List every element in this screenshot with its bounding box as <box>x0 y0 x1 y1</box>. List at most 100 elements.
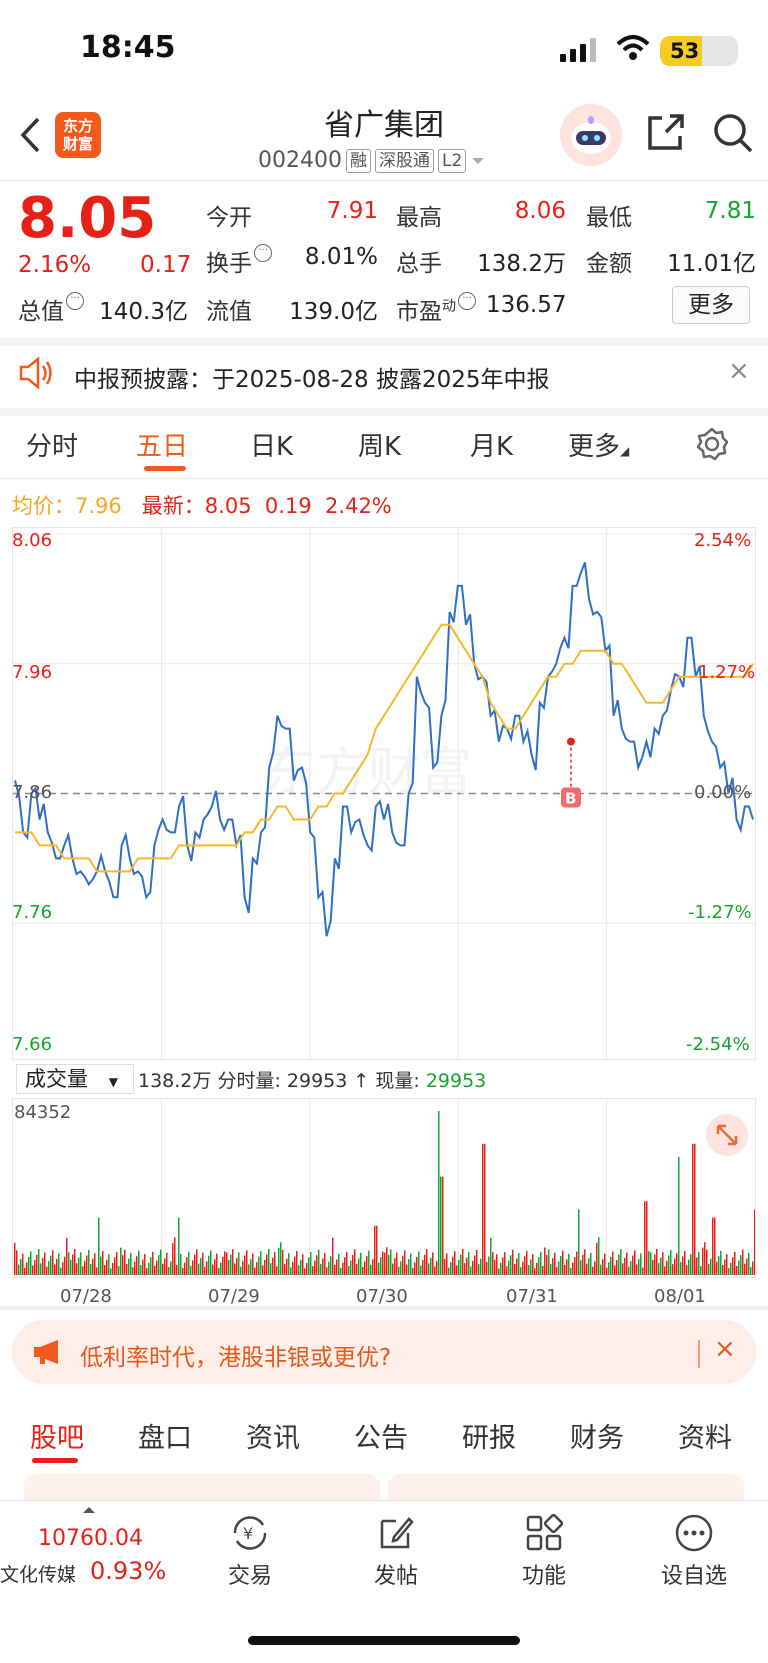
volume-selector[interactable]: 成交量 ▼ <box>16 1064 134 1094</box>
y-label-mid: 7.86 <box>12 782 53 803</box>
volume-bar <box>366 1256 368 1275</box>
volume-bar <box>684 1250 686 1275</box>
status-time: 18:45 <box>80 30 176 65</box>
volume-bar <box>410 1253 412 1275</box>
volume-bar <box>182 1268 184 1275</box>
sector-index-name[interactable]: 文化传媒 <box>0 1560 76 1587</box>
volume-bar <box>274 1252 276 1275</box>
volume-bar <box>248 1264 250 1275</box>
volume-bar <box>704 1242 706 1275</box>
tab-announcements[interactable]: 公告 <box>354 1416 408 1455</box>
volume-bar <box>512 1249 514 1275</box>
volume-bar <box>606 1267 608 1275</box>
tab-guba[interactable]: 股吧 <box>30 1416 84 1455</box>
expand-icon[interactable] <box>706 1114 748 1156</box>
volume-bar <box>90 1264 92 1275</box>
more-dots-icon <box>675 1514 713 1552</box>
volume-bar <box>234 1263 236 1275</box>
volume-bar <box>246 1250 248 1275</box>
volume-bar <box>696 1257 698 1275</box>
tab-five-day[interactable]: 五日 <box>136 426 188 463</box>
volume-bar <box>706 1249 708 1275</box>
volume-bar <box>422 1260 424 1275</box>
volume-bar <box>690 1254 692 1275</box>
volume-bar <box>124 1249 126 1275</box>
volume-bar <box>198 1263 200 1275</box>
volume-bar <box>42 1257 44 1275</box>
volume-bar <box>96 1267 98 1275</box>
volume-chart[interactable] <box>12 1098 756 1278</box>
volume-bar <box>68 1252 70 1275</box>
tag-margin: 融 <box>345 148 371 173</box>
info-dots-icon[interactable]: ··· <box>458 292 476 310</box>
volume-bar <box>140 1264 142 1275</box>
tab-pankou[interactable]: 盘口 <box>138 1416 192 1455</box>
banner-text[interactable]: 低利率时代，港股非银或更优? <box>80 1338 391 1372</box>
tab-intraday[interactable]: 分时 <box>26 426 78 463</box>
volume-bar <box>692 1143 694 1275</box>
volume-bar <box>208 1255 210 1275</box>
volume-bar <box>240 1266 242 1275</box>
volume-bar <box>664 1266 666 1275</box>
volume-bar <box>238 1252 240 1275</box>
volume-bar <box>52 1250 54 1275</box>
banner-close-button[interactable]: × <box>714 1334 736 1364</box>
nav-add-watchlist[interactable]: 设自选 <box>644 1512 744 1590</box>
tab-research[interactable]: 研报 <box>462 1416 516 1455</box>
info-dots-icon[interactable]: ··· <box>254 244 272 262</box>
volume-bar <box>436 1261 438 1275</box>
search-icon[interactable] <box>712 112 754 154</box>
info-dots-icon[interactable]: ··· <box>66 292 84 310</box>
share-icon[interactable] <box>646 112 686 152</box>
volume-bar <box>520 1267 522 1275</box>
tab-more[interactable]: 更多◢ <box>568 426 629 463</box>
volume-bar <box>722 1264 724 1275</box>
settings-icon[interactable] <box>694 426 730 462</box>
volume-total: 138.2万 <box>138 1070 212 1092</box>
more-button[interactable]: 更多 <box>672 286 750 324</box>
volume-bar <box>236 1257 238 1275</box>
tab-profile[interactable]: 资料 <box>678 1416 732 1455</box>
tab-news[interactable]: 资讯 <box>246 1416 300 1455</box>
volume-bar <box>188 1251 190 1275</box>
volume-bar <box>662 1252 664 1275</box>
volume-bar <box>720 1250 722 1275</box>
notice-text[interactable]: 中报预披露：于2025-08-28 披露2025年中报 <box>74 360 550 394</box>
tab-daily-k[interactable]: 日K <box>250 426 293 463</box>
volume-bar <box>138 1250 140 1275</box>
volume-bar <box>108 1254 110 1275</box>
volume-bar <box>330 1256 332 1275</box>
tab-monthly-k[interactable]: 月K <box>470 426 513 463</box>
price-chart[interactable]: 东方财富 B <box>12 527 756 1060</box>
volume-bar <box>476 1249 478 1275</box>
volume-bar <box>460 1254 462 1275</box>
market-cap-label-text: 总值 <box>18 299 64 325</box>
volume-bar <box>604 1253 606 1275</box>
nav-functions[interactable]: 功能 <box>494 1512 594 1590</box>
sector-index-value[interactable]: 10760.04 <box>38 1526 143 1551</box>
nav-trade[interactable]: ¥ 交易 <box>200 1512 300 1590</box>
nav-post[interactable]: 发帖 <box>346 1512 446 1590</box>
notice-close-button[interactable]: × <box>728 356 750 386</box>
market-cap-label: 总值··· <box>18 292 84 326</box>
assistant-robot-icon[interactable] <box>560 104 622 166</box>
volume-bar <box>202 1252 204 1275</box>
volume-bar <box>746 1258 748 1275</box>
divider <box>0 180 768 181</box>
stock-code: 002400 <box>258 148 342 173</box>
volume-bar <box>682 1256 684 1275</box>
volume-bar <box>524 1256 526 1275</box>
volume-bar <box>20 1259 22 1275</box>
sector-index-percent[interactable]: 0.93% <box>90 1557 166 1585</box>
volume-bar <box>278 1247 280 1275</box>
tab-weekly-k[interactable]: 周K <box>358 426 401 463</box>
volume-bar <box>230 1254 232 1275</box>
amount-label: 金额 <box>586 251 632 277</box>
volume-bar <box>28 1256 30 1275</box>
volume-bar <box>24 1267 26 1275</box>
stock-code-row[interactable]: 002400 融 深股通 L2 <box>258 148 486 173</box>
volume-bar <box>92 1258 94 1275</box>
volume-bar <box>438 1111 440 1275</box>
nav-add-watchlist-label: 设自选 <box>660 1564 727 1589</box>
tab-finance[interactable]: 财务 <box>570 1416 624 1455</box>
